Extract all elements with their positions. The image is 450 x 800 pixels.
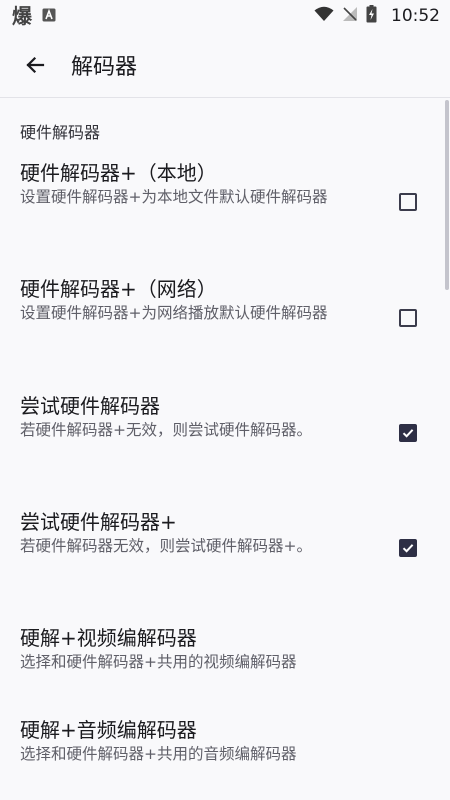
status-bar: 爆 10:52: [0, 0, 450, 32]
pref-title: 硬件解码器+（本地）: [20, 161, 217, 185]
pref-hw-decoder-plus-network[interactable]: 硬件解码器+（网络） 设置硬件解码器+为网络播放默认硬件解码器: [0, 276, 440, 386]
app-notification-icon: 爆: [12, 4, 32, 28]
status-time: 10:52: [391, 6, 440, 26]
pref-title: 硬解+视频编解码器: [20, 626, 197, 650]
pref-summary: 选择和硬件解码器+共用的音频编解码器: [20, 745, 297, 763]
pref-hw-plus-audio-codecs[interactable]: 硬解+音频编解码器 选择和硬件解码器+共用的音频编解码器: [0, 717, 440, 800]
pref-hw-plus-video-codecs[interactable]: 硬解+视频编解码器 选择和硬件解码器+共用的视频编解码器: [0, 625, 440, 711]
arrow-left-icon: [26, 56, 45, 73]
checkbox-try-hw-decoder-plus[interactable]: [399, 539, 417, 557]
pref-summary: 若硬件解码器无效，则尝试硬件解码器+。: [20, 537, 312, 555]
pref-title: 硬解+音频编解码器: [20, 718, 197, 742]
checkbox-try-hw-decoder[interactable]: [399, 424, 417, 442]
checkbox-hw-decoder-plus-local[interactable]: [399, 193, 417, 211]
pref-try-hw-decoder-plus[interactable]: 尝试硬件解码器+ 若硬件解码器无效，则尝试硬件解码器+。: [0, 509, 440, 619]
pref-title: 尝试硬件解码器+: [20, 510, 177, 534]
pref-title: 尝试硬件解码器: [20, 394, 160, 418]
pref-summary: 设置硬件解码器+为本地文件默认硬件解码器: [20, 188, 328, 206]
wifi-icon: [314, 6, 334, 26]
app-bar: 解码器: [0, 32, 450, 98]
pref-hw-decoder-plus-local[interactable]: 硬件解码器+（本地） 设置硬件解码器+为本地文件默认硬件解码器: [0, 160, 440, 270]
battery-icon: [366, 5, 377, 27]
section-header: 硬件解码器: [20, 123, 101, 142]
no-signal-icon: [342, 6, 358, 26]
preferences-list[interactable]: 硬件解码器 硬件解码器+（本地） 设置硬件解码器+为本地文件默认硬件解码器 硬件…: [0, 99, 450, 800]
checkbox-hw-decoder-plus-network[interactable]: [399, 309, 417, 327]
check-icon: [402, 544, 414, 553]
pref-summary: 选择和硬件解码器+共用的视频编解码器: [20, 653, 297, 671]
pref-summary: 设置硬件解码器+为网络播放默认硬件解码器: [20, 304, 328, 322]
pref-summary: 若硬件解码器+无效，则尝试硬件解码器。: [20, 421, 312, 439]
a-notification-icon: [42, 7, 56, 26]
pref-title: 硬件解码器+（网络）: [20, 277, 217, 301]
scrollbar[interactable]: [445, 100, 449, 290]
back-button[interactable]: [15, 45, 55, 85]
check-icon: [402, 429, 414, 438]
page-title: 解码器: [71, 54, 138, 80]
pref-try-hw-decoder[interactable]: 尝试硬件解码器 若硬件解码器+无效，则尝试硬件解码器。: [0, 393, 440, 503]
